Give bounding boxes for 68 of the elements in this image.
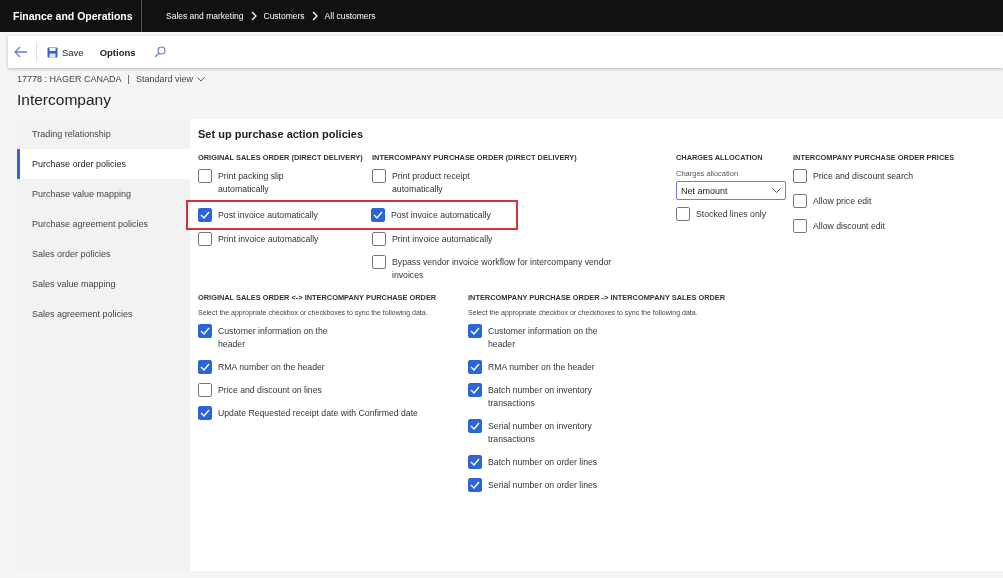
checkbox-label: RMA number on the header bbox=[488, 361, 595, 374]
checkbox[interactable] bbox=[198, 406, 212, 420]
nav-tab[interactable]: Sales agreement policies bbox=[17, 299, 190, 329]
checkbox-label: Batch number on inventory transactions bbox=[488, 384, 593, 410]
checkbox[interactable] bbox=[793, 219, 807, 233]
checkbox[interactable] bbox=[198, 360, 212, 374]
checkbox-label: RMA number on the header bbox=[218, 361, 325, 374]
nav-tab[interactable]: Purchase value mapping bbox=[17, 179, 190, 209]
checkbox[interactable] bbox=[468, 455, 482, 469]
nav-tab[interactable]: Sales value mapping bbox=[17, 269, 190, 299]
nav-tab[interactable]: Sales order policies bbox=[17, 239, 190, 269]
back-arrow-icon[interactable] bbox=[14, 46, 28, 58]
checkbox-label: Allow discount edit bbox=[813, 220, 885, 233]
checkbox[interactable] bbox=[468, 324, 482, 338]
checkbox-label: Price and discount search bbox=[813, 170, 913, 183]
save-icon bbox=[47, 46, 58, 58]
app-title: Finance and Operations bbox=[0, 0, 142, 32]
checkbox-label: Print packing slip automatically bbox=[218, 170, 285, 196]
breadcrumb-link[interactable]: All customers bbox=[324, 11, 376, 21]
checkbox-label: Price and discount on lines bbox=[218, 384, 322, 397]
checkbox[interactable] bbox=[793, 169, 807, 183]
nav-tab[interactable]: Purchase order policies bbox=[17, 149, 190, 179]
checkbox-label: Serial number on order lines bbox=[488, 479, 598, 492]
checkbox-label: Update Requested receipt date with Confirmed date bbox=[218, 407, 418, 420]
section-title: Set up purchase action policies bbox=[198, 128, 365, 140]
checkbox[interactable] bbox=[372, 255, 386, 269]
record-id: 17778 : HAGER CANADA bbox=[17, 74, 122, 84]
checkbox-label: Customer information on the header bbox=[488, 325, 599, 351]
checkbox[interactable] bbox=[468, 419, 482, 433]
checkbox[interactable] bbox=[198, 383, 212, 397]
checkbox-label: Bypass vendor invoice workflow for intercompany vendor invoices bbox=[392, 256, 613, 282]
breadcrumb-link[interactable]: Sales and marketing bbox=[166, 11, 244, 21]
checkbox[interactable] bbox=[370, 208, 385, 222]
search-icon[interactable] bbox=[153, 46, 166, 58]
options-button[interactable]: Options bbox=[93, 42, 142, 62]
checkbox[interactable] bbox=[198, 208, 212, 222]
checkbox-label: Post invoice automatically bbox=[218, 209, 318, 222]
checkbox-label: Batch number on order lines bbox=[488, 456, 598, 469]
save-button[interactable]: Save bbox=[41, 42, 90, 62]
chevron-right-icon bbox=[310, 11, 319, 21]
checkbox[interactable] bbox=[372, 169, 386, 183]
checkbox[interactable] bbox=[198, 169, 212, 183]
checkbox-label: Print product receipt automatically bbox=[392, 170, 471, 196]
checkbox[interactable] bbox=[198, 232, 212, 246]
checkbox[interactable] bbox=[468, 478, 482, 492]
checkbox[interactable] bbox=[198, 324, 212, 338]
view-selector[interactable]: Standard view bbox=[135, 74, 205, 84]
checkbox[interactable] bbox=[468, 383, 482, 397]
checkbox[interactable] bbox=[676, 207, 690, 221]
nav-tab[interactable]: Trading relationship bbox=[17, 119, 190, 149]
checkbox-label: Serial number on inventory transactions bbox=[488, 420, 593, 446]
checkbox-label: Stocked lines only bbox=[696, 208, 767, 221]
chevron-down-icon bbox=[772, 188, 781, 193]
chevron-right-icon bbox=[249, 11, 258, 21]
checkbox[interactable] bbox=[372, 232, 386, 246]
checkbox[interactable] bbox=[793, 194, 807, 208]
page-title: Intercompany bbox=[17, 91, 112, 109]
checkbox-label: Allow price edit bbox=[813, 195, 872, 208]
checkbox-label: Print invoice automatically bbox=[392, 233, 493, 246]
dropdown-field[interactable]: Net amount bbox=[676, 181, 786, 200]
checkbox-label: Customer information on the header bbox=[218, 325, 329, 351]
divider: | bbox=[127, 74, 130, 84]
checkbox-label: Print invoice automatically bbox=[218, 233, 319, 246]
checkbox[interactable] bbox=[468, 360, 482, 374]
nav-tab[interactable]: Purchase agreement policies bbox=[17, 209, 190, 239]
breadcrumb-link[interactable]: Customers bbox=[263, 11, 305, 21]
checkbox-label: Post invoice automatically bbox=[390, 209, 491, 222]
chevron-down-icon bbox=[196, 76, 205, 82]
